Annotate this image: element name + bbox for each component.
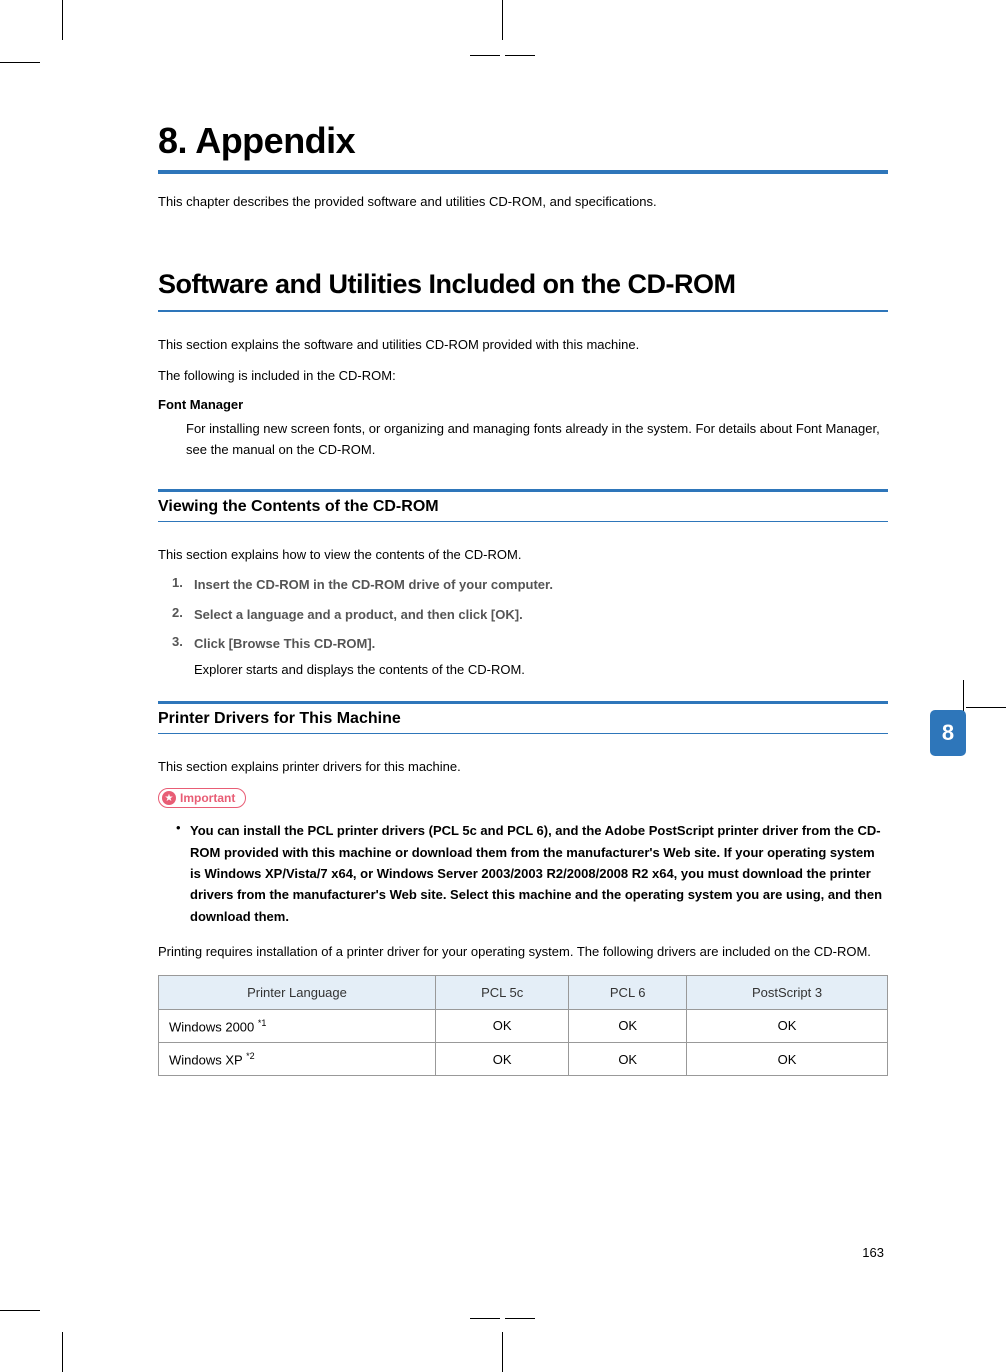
step-text: Select a language and a product, and the… [194,605,523,625]
subsection-viewing: Viewing the Contents of the CD-ROM This … [158,489,888,679]
superscript: *1 [258,1018,267,1028]
subsection-drivers: Printer Drivers for This Machine This se… [158,701,888,1076]
step-number: 2. [172,605,194,625]
crop-mark [62,0,63,40]
step-text: Click [Browse This CD-ROM]. Explorer sta… [194,634,525,679]
driver-table: Printer Language PCL 5c PCL 6 PostScript… [158,975,888,1077]
subsection-intro: This section explains printer drivers fo… [158,756,888,777]
step-subtext: Explorer starts and displays the content… [194,660,525,680]
subsection-rule-top [158,489,888,492]
star-icon: ★ [162,791,176,805]
subsection-title: Viewing the Contents of the CD-ROM [158,498,888,516]
chapter-description: This chapter describes the provided soft… [158,194,888,209]
subsection-title: Printer Drivers for This Machine [158,710,888,728]
bullet-item: • You can install the PCL printer driver… [176,820,888,927]
table-cell: OK [569,1043,687,1076]
table-cell: OK [687,1043,888,1076]
table-row: Windows XP *2 OK OK OK [159,1043,888,1076]
list-item: 1. Insert the CD-ROM in the CD-ROM drive… [172,575,888,595]
table-cell: OK [436,1009,569,1042]
subsection-rule-top [158,701,888,704]
page-content: 8. Appendix This chapter describes the p… [158,120,888,1076]
chapter-rule [158,170,888,174]
page-number: 163 [862,1245,884,1260]
crop-mark [502,1332,503,1372]
subsection-rule-bottom [158,733,888,734]
table-cell: Windows XP *2 [159,1043,436,1076]
table-header: Printer Language [159,975,436,1009]
table-header: PostScript 3 [687,975,888,1009]
crop-mark [966,707,1006,708]
superscript: *2 [246,1051,255,1061]
step-number: 3. [172,634,194,679]
chapter-title: 8. Appendix [158,120,888,162]
crop-mark [470,1318,500,1319]
table-cell: OK [687,1009,888,1042]
table-header-row: Printer Language PCL 5c PCL 6 PostScript… [159,975,888,1009]
crop-mark [505,1318,535,1319]
important-label-text: Important [180,791,235,805]
after-bullet-para: Printing requires installation of a prin… [158,941,888,962]
numbered-list: 1. Insert the CD-ROM in the CD-ROM drive… [172,575,888,679]
font-manager-body: For installing new screen fonts, or orga… [186,418,888,461]
crop-mark [62,1332,63,1372]
step-main: Click [Browse This CD-ROM]. [194,636,375,651]
font-manager-heading: Font Manager [158,397,888,412]
os-name: Windows 2000 [169,1019,258,1034]
bullet-icon: • [176,820,190,927]
section-title: Software and Utilities Included on the C… [158,269,888,300]
crop-mark [505,55,535,56]
list-item: 3. Click [Browse This CD-ROM]. Explorer … [172,634,888,679]
section-intro-2: The following is included in the CD-ROM: [158,365,888,386]
crop-mark [470,55,500,56]
table-header: PCL 5c [436,975,569,1009]
crop-mark [0,1310,40,1311]
os-name: Windows XP [169,1052,246,1067]
table-cell: OK [436,1043,569,1076]
crop-mark [502,0,503,40]
important-badge: ★ Important [158,788,246,808]
section-intro-1: This section explains the software and u… [158,334,888,355]
step-text: Insert the CD-ROM in the CD-ROM drive of… [194,575,553,595]
crop-mark [0,62,40,63]
table-cell: Windows 2000 *1 [159,1009,436,1042]
bullet-text: You can install the PCL printer drivers … [190,820,888,927]
subsection-rule-bottom [158,521,888,522]
table-row: Windows 2000 *1 OK OK OK [159,1009,888,1042]
list-item: 2. Select a language and a product, and … [172,605,888,625]
step-number: 1. [172,575,194,595]
subsection-intro: This section explains how to view the co… [158,544,888,565]
section-rule [158,310,888,312]
table-cell: OK [569,1009,687,1042]
chapter-tab: 8 [930,710,966,756]
table-header: PCL 6 [569,975,687,1009]
